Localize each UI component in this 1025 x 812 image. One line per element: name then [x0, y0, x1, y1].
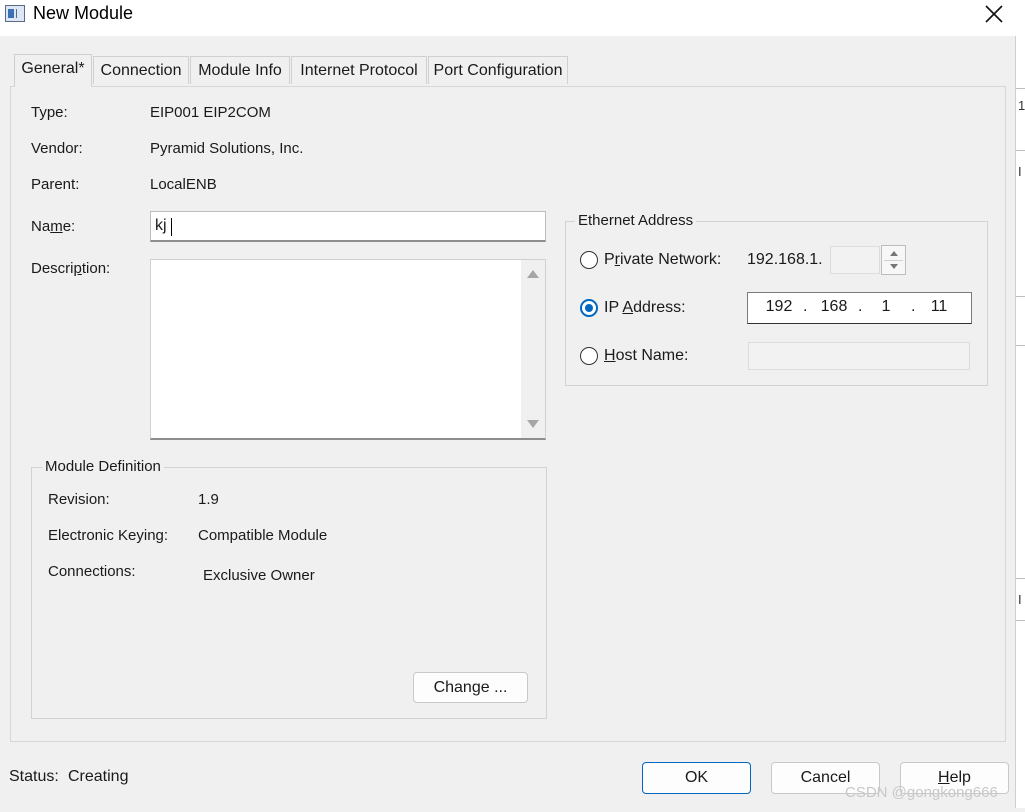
tab-general[interactable]: General*	[14, 54, 92, 87]
private-network-label[interactable]: Private Network:	[604, 251, 721, 269]
tab-internet-protocol[interactable]: Internet Protocol	[291, 56, 427, 84]
ip-address-radio[interactable]	[580, 299, 598, 317]
module-app-icon	[5, 5, 25, 22]
window-title: New Module	[33, 3, 134, 23]
background-window-line	[1016, 88, 1025, 89]
revision-value: 1.9	[198, 491, 219, 508]
ip-octet-4[interactable]: 11	[916, 298, 962, 316]
ip-dot: .	[911, 298, 916, 315]
description-label: Description:	[31, 260, 111, 277]
vendor-value: Pyramid Solutions, Inc.	[150, 140, 304, 157]
background-window-edge	[1015, 36, 1025, 808]
parent-label: Parent:	[31, 176, 80, 193]
module-definition-title: Module Definition	[42, 458, 164, 475]
background-window-line	[1016, 620, 1025, 621]
background-window-line	[1016, 150, 1025, 151]
ip-address-field[interactable]: 192 . 168 . 1 . 11	[747, 292, 972, 324]
ok-button[interactable]: OK	[642, 762, 751, 794]
parent-value: LocalENB	[150, 176, 217, 193]
connections-value: Exclusive Owner	[203, 567, 315, 584]
scroll-up-arrow-icon[interactable]	[527, 270, 539, 278]
connections-label: Connections:	[48, 563, 136, 580]
private-network-radio[interactable]	[580, 251, 598, 269]
status-value: Creating	[68, 768, 129, 785]
watermark: CSDN @gongkong666	[845, 784, 998, 801]
status-label: Status:	[9, 768, 59, 785]
ip-address-label[interactable]: IP Address:	[604, 299, 686, 317]
background-window-char: 1	[1018, 98, 1025, 113]
description-scrollbar[interactable]	[521, 260, 545, 438]
ip-octet-1[interactable]: 192	[756, 298, 802, 316]
background-window-char: I	[1018, 592, 1022, 607]
spin-down-icon[interactable]	[890, 264, 898, 269]
ip-dot: .	[858, 298, 863, 315]
ip-octet-3[interactable]: 1	[863, 298, 909, 316]
description-textarea[interactable]	[150, 259, 546, 440]
ethernet-address-title: Ethernet Address	[575, 212, 697, 229]
tab-connection[interactable]: Connection	[93, 56, 189, 84]
host-name-label[interactable]: Host Name:	[604, 347, 688, 365]
close-icon[interactable]	[980, 0, 1008, 28]
host-name-field[interactable]	[748, 342, 970, 370]
electronic-keying-value: Compatible Module	[198, 527, 328, 544]
title-bar	[0, 0, 1025, 36]
type-value: EIP001 EIP2COM	[150, 104, 271, 121]
vendor-label: Vendor:	[31, 140, 83, 157]
ip-dot: .	[803, 298, 808, 315]
tab-port-configuration[interactable]: Port Configuration	[428, 56, 568, 84]
background-window-char: I	[1018, 164, 1022, 179]
private-network-prefix: 192.168.1.	[747, 251, 823, 268]
ip-octet-2[interactable]: 168	[811, 298, 857, 316]
host-name-radio[interactable]	[580, 347, 598, 365]
revision-label: Revision:	[48, 491, 110, 508]
private-network-octet-field[interactable]	[830, 246, 880, 274]
change-button[interactable]: Change ...	[413, 672, 528, 703]
background-window-line	[1016, 345, 1025, 346]
background-window-line	[1016, 296, 1025, 297]
name-field-value: kj	[155, 217, 167, 234]
spin-up-icon[interactable]	[890, 251, 898, 256]
text-caret	[171, 218, 172, 236]
name-label: Name:	[31, 218, 76, 235]
spin-separator	[884, 260, 903, 261]
tab-module-info[interactable]: Module Info	[190, 56, 290, 84]
electronic-keying-label: Electronic Keying:	[48, 527, 169, 544]
background-window-line	[1016, 578, 1025, 579]
type-label: Type:	[31, 104, 68, 121]
name-field[interactable]: kj	[150, 211, 546, 242]
private-network-spinner[interactable]	[881, 245, 906, 275]
scroll-down-arrow-icon[interactable]	[527, 420, 539, 428]
